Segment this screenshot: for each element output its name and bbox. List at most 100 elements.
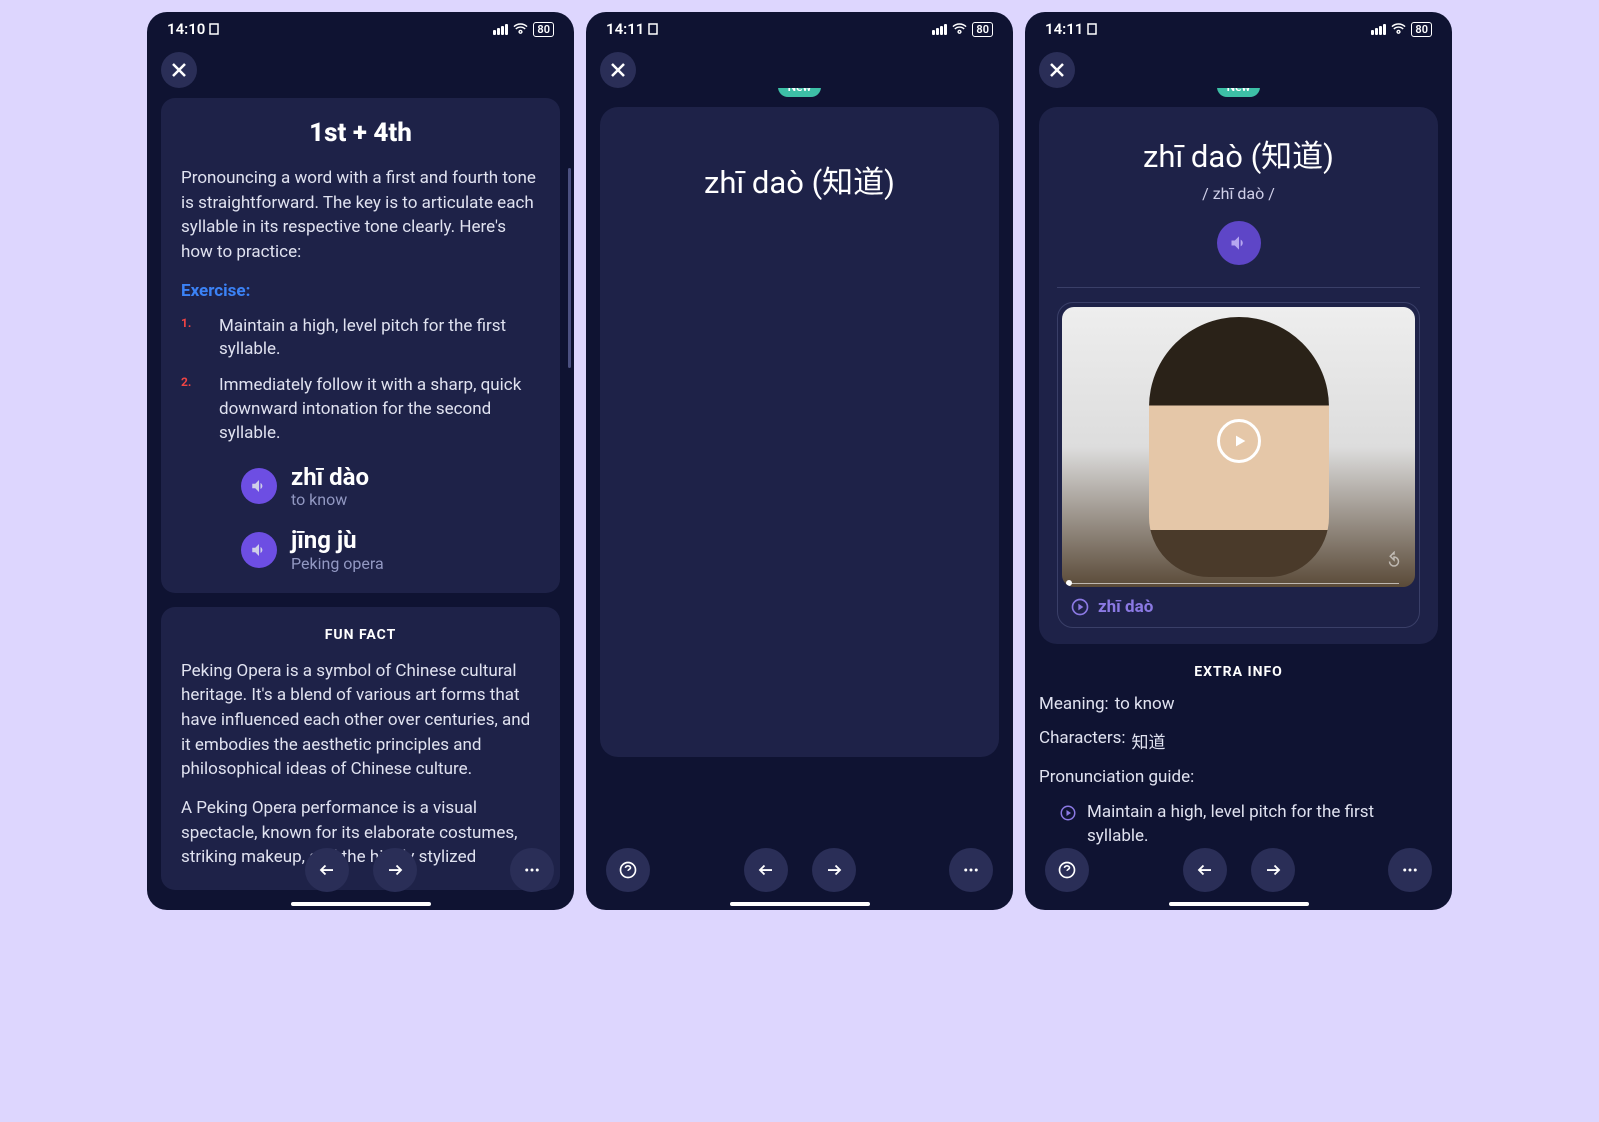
extra-info-label: EXTRA INFO [1039, 664, 1438, 680]
nav-help-button[interactable] [1045, 848, 1089, 892]
step-item: Maintain a high, level pitch for the fir… [181, 315, 540, 363]
arrow-right-icon [825, 861, 843, 879]
nav-prev-button[interactable] [1183, 848, 1227, 892]
arrow-left-icon [318, 861, 336, 879]
bottom-nav [1025, 848, 1452, 892]
arrow-left-icon [757, 861, 775, 879]
extra-info: EXTRA INFO Meaning: to know Characters: … [1039, 664, 1438, 849]
nav-help-button[interactable] [606, 848, 650, 892]
play-audio-button[interactable] [241, 468, 277, 504]
video-preview[interactable] [1062, 307, 1415, 587]
close-icon [171, 62, 187, 78]
play-audio-button[interactable] [241, 532, 277, 568]
rect-icon [1087, 23, 1097, 35]
exercise-steps: Maintain a high, level pitch for the fir… [181, 315, 540, 446]
play-video-button[interactable] [1217, 419, 1261, 463]
nav-next-button[interactable] [373, 848, 417, 892]
home-indicator[interactable] [1169, 902, 1309, 906]
progress-handle[interactable] [1066, 580, 1072, 586]
lesson-card: 1st + 4th Pronouncing a word with a firs… [161, 98, 560, 593]
phone-screen-3: 14:11 80 New zhī daò (知道) / zhī daò / [1025, 12, 1452, 910]
wifi-icon [513, 23, 528, 35]
battery-indicator: 80 [972, 22, 993, 37]
video-progress[interactable] [1068, 583, 1399, 584]
bottom-nav [586, 848, 1013, 892]
rect-icon [209, 23, 219, 35]
status-bar: 14:11 80 [1025, 12, 1452, 42]
cellular-icon [1371, 24, 1386, 35]
close-icon [610, 62, 626, 78]
dots-icon [1401, 861, 1419, 879]
speaker-icon [250, 541, 268, 559]
arrow-right-icon [1264, 861, 1282, 879]
word-item: jīng jù Peking opera [181, 527, 540, 573]
bottom-nav [147, 848, 574, 892]
wifi-icon [1391, 23, 1406, 35]
lesson-intro: Pronouncing a word with a first and four… [181, 166, 540, 265]
rect-icon [648, 23, 658, 35]
battery-indicator: 80 [1411, 22, 1432, 37]
lesson-title: 1st + 4th [181, 118, 540, 148]
nav-more-button[interactable] [510, 848, 554, 892]
speaker-icon [1229, 233, 1249, 253]
exercise-label: Exercise: [181, 281, 540, 301]
nav-next-button[interactable] [812, 848, 856, 892]
nav-next-button[interactable] [1251, 848, 1295, 892]
phone-screen-2: 14:11 80 New zhī daò (知道) [586, 12, 1013, 910]
nav-prev-button[interactable] [744, 848, 788, 892]
close-button[interactable] [600, 52, 636, 88]
wifi-icon [952, 23, 967, 35]
guide-label-row: Pronunciation guide: [1039, 767, 1438, 787]
phone-screen-1: 14:10 80 1st + 4th Pronouncing a word wi… [147, 12, 574, 910]
cellular-icon [493, 24, 508, 35]
word-meaning: to know [291, 490, 369, 509]
new-badge: New [1217, 88, 1261, 97]
close-button[interactable] [161, 52, 197, 88]
word-pinyin: jīng jù [291, 527, 384, 553]
status-bar: 14:11 80 [586, 12, 1013, 42]
home-indicator[interactable] [730, 902, 870, 906]
characters-row: Characters: 知道 [1039, 728, 1438, 753]
play-audio-button[interactable] [1217, 221, 1261, 265]
home-indicator[interactable] [291, 902, 431, 906]
flashcard-word: zhī daò (知道) [620, 157, 979, 202]
scroll-indicator[interactable] [568, 168, 571, 368]
dots-icon [523, 861, 541, 879]
flashcard[interactable]: zhī daò (知道) [600, 107, 999, 757]
status-time: 14:10 [167, 20, 205, 38]
close-button[interactable] [1039, 52, 1075, 88]
dots-icon [962, 861, 980, 879]
word-pinyin: zhī dào [291, 464, 369, 490]
nav-more-button[interactable] [949, 848, 993, 892]
divider [1057, 287, 1420, 288]
speaker-icon [250, 477, 268, 495]
nav-more-button[interactable] [1388, 848, 1432, 892]
guide-item: Maintain a high, level pitch for the fir… [1039, 801, 1438, 849]
nav-prev-button[interactable] [305, 848, 349, 892]
detail-subtitle: / zhī daò / [1057, 184, 1420, 203]
word-item: zhī dào to know [181, 464, 540, 510]
word-meaning: Peking opera [291, 554, 384, 573]
meaning-row: Meaning: to know [1039, 694, 1438, 714]
cellular-icon [932, 24, 947, 35]
status-time: 14:11 [1045, 20, 1083, 38]
play-circle-icon[interactable] [1059, 804, 1077, 822]
help-icon [618, 860, 638, 880]
close-icon [1049, 62, 1065, 78]
help-icon [1057, 860, 1077, 880]
new-badge: New [778, 88, 822, 97]
status-bar: 14:10 80 [147, 12, 574, 42]
status-time: 14:11 [606, 20, 644, 38]
play-icon [1232, 433, 1248, 449]
video-card: zhī daò [1057, 302, 1420, 628]
step-item: Immediately follow it with a sharp, quic… [181, 374, 540, 445]
fun-fact-text: Peking Opera is a symbol of Chinese cult… [181, 659, 540, 782]
arrow-right-icon [386, 861, 404, 879]
arrow-left-icon [1196, 861, 1214, 879]
battery-indicator: 80 [533, 22, 554, 37]
replay-icon[interactable] [1385, 551, 1403, 573]
detail-title: zhī daò (知道) [1057, 131, 1420, 176]
detail-card: zhī daò (知道) / zhī daò / [1039, 107, 1438, 644]
video-caption[interactable]: zhī daò [1062, 587, 1415, 623]
play-circle-icon [1070, 597, 1090, 617]
